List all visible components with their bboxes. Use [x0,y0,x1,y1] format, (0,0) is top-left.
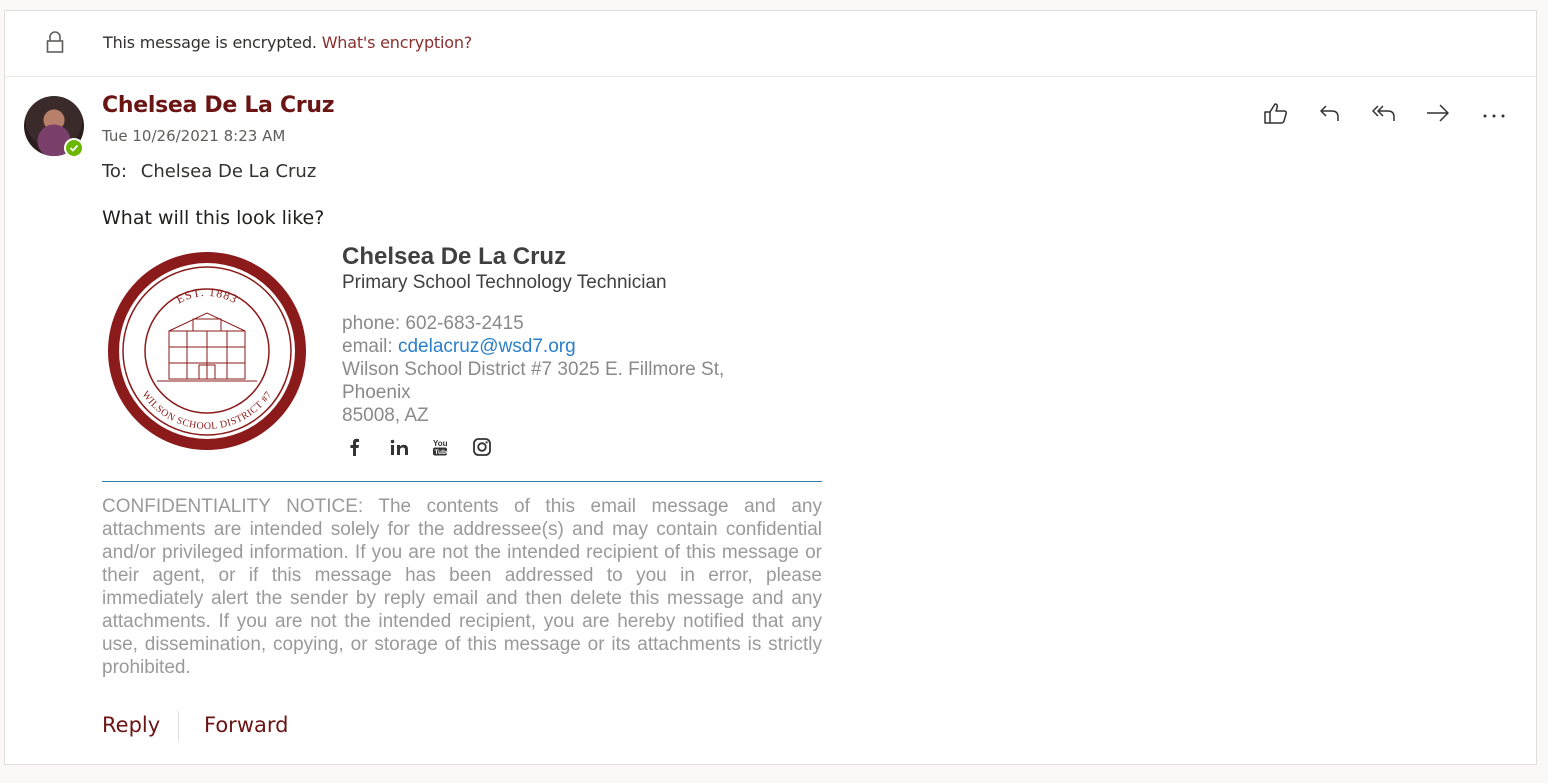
signature-email-label: email: [342,336,393,357]
signature-divider [102,481,822,482]
reply-all-button[interactable] [1370,103,1398,127]
more-actions-button[interactable] [1480,103,1508,127]
message-datetime: Tue 10/26/2021 8:23 AM [102,127,286,145]
reply-all-icon [1371,102,1397,129]
signature-title: Primary School Technology Technician [342,272,667,293]
email-signature: Chelsea De La Cruz Primary School Techno… [342,243,782,427]
encryption-text: This message is encrypted. What's encryp… [103,33,472,52]
facebook-link[interactable] [349,438,390,460]
reply-icon [1319,102,1341,129]
instagram-link[interactable] [472,437,513,462]
thumbs-up-icon [1263,101,1289,130]
recipient-line: To: Chelsea De La Cruz [102,161,316,182]
reply-button[interactable] [1316,103,1344,127]
youtube-icon: You Tube [431,438,450,461]
to-label: To: [102,161,128,182]
signature-email-link[interactable]: cdelacruz@wsd7.org [398,336,576,357]
recipient-name[interactable]: Chelsea De La Cruz [141,161,317,182]
encryption-message: This message is encrypted. [103,33,317,52]
forward-icon [1425,102,1451,129]
signature-email-line: email: cdelacruz@wsd7.org [342,335,782,358]
message-card: This message is encrypted. What's encryp… [4,10,1537,765]
signature-address-line1: Wilson School District #7 3025 E. Fillmo… [342,359,725,380]
linkedin-link[interactable] [390,438,431,460]
lock-icon [46,31,64,55]
facebook-icon [349,438,359,461]
encryption-banner: This message is encrypted. What's encryp… [5,11,1536,77]
footer-separator [178,711,179,741]
like-button[interactable] [1262,101,1290,130]
message-body: What will this look like? [102,207,325,229]
sender-name[interactable]: Chelsea De La Cruz [102,93,335,118]
forward-button[interactable] [1424,103,1452,127]
linkedin-icon [390,439,410,460]
signature-address-line2: Phoenix [342,382,411,403]
social-links: You Tube [349,437,513,462]
instagram-icon [472,437,492,462]
confidentiality-notice: CONFIDENTIALITY NOTICE: The contents of … [102,496,822,678]
signature-phone: phone: 602-683-2415 [342,313,524,334]
signature-name: Chelsea De La Cruz [342,243,567,270]
forward-footer-button[interactable]: Forward [204,713,288,737]
signature-address-line3: 85008, AZ [342,405,429,426]
svg-text:You: You [433,439,448,448]
encryption-info-link[interactable]: What's encryption? [322,33,473,52]
district-seal-logo: EST. 1883 WILSON SCHOOL DISTRICT #7 [107,251,307,451]
more-icon [1482,106,1506,124]
svg-text:Tube: Tube [435,449,450,456]
youtube-link[interactable]: You Tube [431,438,472,460]
presence-available-icon [64,138,84,158]
reply-footer-button[interactable]: Reply [102,713,160,737]
